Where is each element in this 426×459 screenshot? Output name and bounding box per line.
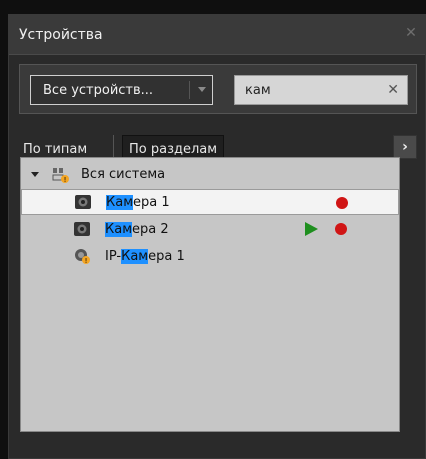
system-tree-icon: !	[51, 166, 69, 184]
label-prefix: IP-	[105, 249, 122, 264]
dropdown-separator	[189, 81, 190, 99]
tree-item-camera-2[interactable]: Камера 2	[21, 216, 399, 242]
tree-item-ip-camera-1[interactable]: ! IP-Камера 1	[21, 243, 399, 269]
camera-icon	[74, 193, 92, 211]
label-suffix: ера 1	[148, 249, 185, 264]
tree-item-label: Камера 2	[105, 222, 169, 237]
tree-root-label: Вся система	[81, 167, 166, 182]
panel-title: Устройства	[19, 26, 103, 43]
device-filter-dropdown[interactable]: Все устройств...	[30, 75, 213, 105]
search-highlight: Кам	[105, 222, 133, 237]
clear-search-icon[interactable]: ✕	[387, 82, 399, 98]
recording-icon	[336, 197, 348, 209]
filter-bar: Все устройств... кам ✕	[19, 64, 417, 114]
search-highlight: Кам	[106, 195, 134, 210]
device-filter-value: Все устройств...	[43, 82, 154, 98]
expand-arrow-icon[interactable]	[31, 172, 39, 177]
panel-titlebar: Устройства ✕	[9, 15, 425, 55]
tree-item-label: IP-Камера 1	[105, 249, 185, 264]
chevron-right-icon[interactable]: ›	[393, 135, 417, 159]
label-suffix: ера 1	[133, 195, 170, 210]
tree-root-row[interactable]: ! Вся система	[21, 162, 399, 188]
tree-item-label: Камера 1	[106, 195, 170, 210]
search-input[interactable]: кам ✕	[234, 75, 408, 105]
play-icon[interactable]	[305, 222, 318, 236]
camera-icon	[73, 220, 91, 238]
search-value: кам	[245, 82, 271, 98]
search-highlight: Кам	[121, 249, 149, 264]
recording-icon	[335, 223, 347, 235]
svg-text:!: !	[85, 257, 88, 265]
close-icon[interactable]: ✕	[403, 25, 419, 41]
label-suffix: ера 2	[132, 222, 169, 237]
svg-text:!: !	[64, 176, 67, 184]
tree-item-camera-1[interactable]: Камера 1	[21, 189, 399, 215]
ip-camera-warning-icon: !	[73, 247, 91, 265]
device-tree: ! Вся система Камера 1 Камера 2 ! IP-Кам…	[20, 157, 400, 432]
chevron-down-icon[interactable]	[198, 87, 206, 92]
